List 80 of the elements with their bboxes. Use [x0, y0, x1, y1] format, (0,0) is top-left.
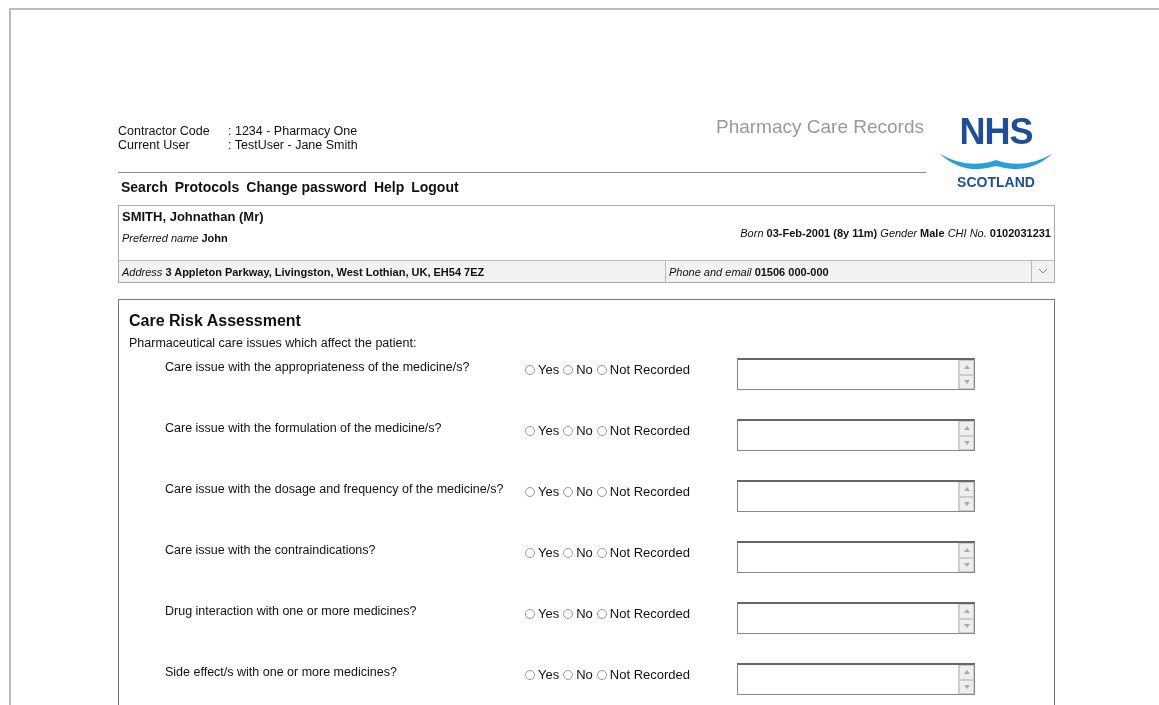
- comment-field[interactable]: [737, 358, 975, 390]
- comment-field[interactable]: [737, 419, 975, 451]
- logo-text: NHS: [959, 114, 1033, 150]
- logo-subtitle: SCOTLAND: [957, 174, 1035, 190]
- radio-option[interactable]: Yes: [525, 423, 560, 438]
- scroll-up-icon: [963, 548, 970, 553]
- scroll-up-icon: [963, 365, 970, 370]
- radio-button[interactable]: [525, 364, 535, 375]
- radio-option[interactable]: Yes: [525, 484, 560, 499]
- section-title: Care Risk Assessment: [129, 312, 302, 330]
- scroll-down-icon: [963, 684, 970, 689]
- nav-link[interactable]: Logout: [411, 179, 459, 195]
- radio-button[interactable]: [563, 364, 574, 375]
- radio-button[interactable]: [596, 425, 607, 436]
- radio-button[interactable]: [525, 547, 535, 558]
- radio-button[interactable]: [563, 547, 574, 558]
- radio-option[interactable]: Yes: [525, 667, 560, 682]
- radio-button[interactable]: [563, 608, 574, 619]
- scroll-up-icon: [963, 670, 970, 675]
- radio-button[interactable]: [525, 669, 535, 680]
- nav-link[interactable]: Search: [121, 179, 168, 195]
- scroll-down-icon: [963, 623, 970, 628]
- radio-button[interactable]: [596, 364, 607, 375]
- radio-option[interactable]: Not Recorded: [596, 484, 691, 499]
- section-intro: Pharmaceutical care issues which affect the patient:: [129, 336, 418, 350]
- patient-phone: Phone and email 01506 000-000: [666, 261, 1032, 282]
- comment-field[interactable]: [737, 602, 975, 634]
- comment-field[interactable]: [737, 663, 975, 695]
- question-text: Care issue with the contraindications?: [165, 542, 377, 557]
- radio-option[interactable]: Not Recorded: [596, 545, 691, 560]
- radio-button[interactable]: [525, 608, 535, 619]
- field-label: Current User: [118, 138, 191, 152]
- radio-option[interactable]: Not Recorded: [596, 362, 691, 377]
- nav-link[interactable]: Protocols: [174, 179, 240, 195]
- radio-option[interactable]: No: [563, 667, 593, 682]
- radio-button[interactable]: [563, 425, 574, 436]
- patient-name: SMITH, Johnathan (Mr): [122, 209, 264, 224]
- nav-link[interactable]: Change password: [246, 179, 367, 195]
- radio-option[interactable]: Not Recorded: [596, 667, 691, 682]
- scroll-down-icon: [963, 379, 970, 384]
- scroll-down-icon: [963, 501, 970, 506]
- radio-option[interactable]: Yes: [525, 606, 560, 621]
- radio-button[interactable]: [563, 669, 574, 680]
- scroll-up-icon: [963, 426, 970, 431]
- scroll-down-icon: [963, 440, 970, 445]
- comment-field[interactable]: [737, 541, 975, 573]
- field-label: Contractor Code: [118, 124, 211, 138]
- radio-option[interactable]: No: [563, 606, 593, 621]
- patient-address: Address 3 Appleton Parkway, Livingston, West Lothian, UK, EH54 7EZ: [119, 261, 666, 282]
- question-text: Care issue with the appropriateness of the medicine/s?: [165, 359, 471, 374]
- radio-option[interactable]: Not Recorded: [596, 423, 691, 438]
- question-text: Care issue with the formulation of the medicine/s?: [165, 420, 443, 435]
- radio-button[interactable]: [596, 608, 607, 619]
- question-text: Care issue with the dosage and frequency of the medicine/s?: [165, 481, 505, 496]
- comment-field[interactable]: [737, 480, 975, 512]
- radio-option[interactable]: No: [563, 545, 593, 560]
- radio-option[interactable]: Yes: [525, 545, 560, 560]
- preferred-name: Preferred name John: [122, 232, 229, 244]
- scroll-up-icon: [963, 609, 970, 614]
- radio-button[interactable]: [563, 486, 574, 497]
- radio-option[interactable]: Not Recorded: [596, 606, 691, 621]
- scroll-down-icon: [963, 562, 970, 567]
- field-value: : 1234 - Pharmacy One: [228, 124, 358, 138]
- radio-button[interactable]: [596, 486, 607, 497]
- question-text: Side effect/s with one or more medicines?: [165, 664, 398, 679]
- radio-option[interactable]: No: [563, 423, 593, 438]
- field-value: : TestUser - Jane Smith: [228, 138, 358, 152]
- app-title: Pharmacy Care Records: [715, 116, 924, 138]
- chevron-icon: [1039, 269, 1047, 274]
- radio-button[interactable]: [525, 425, 535, 436]
- scroll-up-icon: [963, 487, 970, 492]
- radio-option[interactable]: No: [563, 484, 593, 499]
- radio-button[interactable]: [596, 547, 607, 558]
- radio-option[interactable]: Yes: [525, 362, 560, 377]
- radio-button[interactable]: [596, 669, 607, 680]
- question-text: Drug interaction with one or more medicines?: [165, 603, 418, 618]
- radio-option[interactable]: No: [563, 362, 593, 377]
- radio-button[interactable]: [525, 486, 535, 497]
- patient-details: Born 03-Feb-2001 (8y 11m) Gender Male CHI No. 0102031231: [740, 227, 1051, 239]
- nav-link[interactable]: Help: [373, 179, 405, 195]
